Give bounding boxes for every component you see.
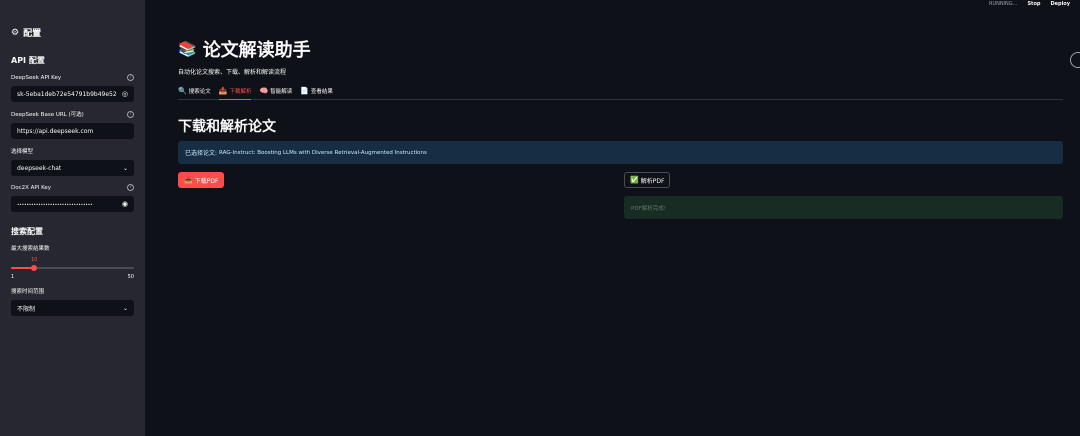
- base-url-input[interactable]: https://api.deepseek.com: [11, 123, 134, 139]
- brain-icon: 🧠: [259, 87, 269, 95]
- deepseek-key-label-text: DeepSeek API Key: [11, 74, 62, 81]
- parse-pdf-label: 解析PDF: [640, 177, 665, 185]
- section-title: 下载和解析论文: [178, 119, 276, 135]
- slider-value: 10: [31, 257, 38, 263]
- tab-results-label: 查看结果: [310, 89, 333, 95]
- deepseek-key-input[interactable]: sk-5eba1deb72e54791b9b49e52 ◎: [11, 86, 134, 102]
- parse-success-text: PDF解析完成!: [631, 205, 666, 212]
- inbox-icon: 📥: [218, 87, 228, 95]
- search-config-heading: 搜索配置: [11, 227, 43, 236]
- sidebar: ⚙ 配置 API 配置 DeepSeek API Key ? sk-5eba1d…: [0, 0, 145, 436]
- time-range-label-text: 搜索时间范围: [11, 289, 45, 295]
- scroll-indicator-icon: [1070, 52, 1080, 68]
- help-icon[interactable]: ?: [127, 184, 134, 191]
- stop-button[interactable]: Stop: [1027, 1, 1040, 7]
- model-select[interactable]: deepseek-chat ⌄: [11, 160, 134, 176]
- books-icon: 📚: [178, 40, 197, 58]
- doc2x-key-input[interactable]: •••••••••••••••••••••••••••••••• ◉: [11, 196, 134, 212]
- model-value: deepseek-chat: [17, 164, 62, 172]
- max-results-label: 最大搜索结果数: [11, 244, 134, 252]
- tab-bar: 🔍 搜索论文 📥 下载解析 🧠 智能解读 📄 查看结果: [178, 86, 1063, 100]
- tab-results[interactable]: 📄 查看结果: [300, 86, 333, 99]
- tab-download-label: 下载解析: [229, 89, 252, 95]
- tab-download[interactable]: 📥 下载解析: [218, 86, 252, 100]
- eye-off-icon[interactable]: ◎: [122, 90, 128, 98]
- deepseek-key-label: DeepSeek API Key ?: [11, 74, 134, 81]
- help-icon[interactable]: ?: [127, 110, 134, 118]
- max-results-slider[interactable]: 10 1 50: [11, 257, 134, 283]
- selected-paper-title: RAG-Instruct: Boosting LLMs with Diverse…: [219, 149, 427, 156]
- time-range-value: 不限制: [17, 305, 36, 313]
- sidebar-title: ⚙ 配置: [11, 26, 134, 40]
- base-url-value: https://api.deepseek.com: [17, 127, 94, 135]
- tab-analysis[interactable]: 🧠 智能解读: [259, 86, 292, 99]
- help-icon[interactable]: ?: [127, 74, 134, 81]
- top-toolbar: RUNNING... Stop Deploy: [989, 0, 1070, 8]
- doc2x-key-label-text: Doc2X API Key: [11, 184, 52, 191]
- model-label: 选择模型: [11, 147, 134, 155]
- time-range-label: 搜索时间范围: [11, 287, 134, 295]
- parse-success-alert: PDF解析完成!: [624, 196, 1063, 219]
- tab-search[interactable]: 🔍 搜索论文: [178, 86, 211, 99]
- chevron-down-icon: ⌄: [122, 164, 128, 172]
- base-url-label: DeepSeek Base URL (可选) ?: [11, 110, 134, 118]
- tab-search-label: 搜索论文: [188, 89, 211, 95]
- page-title: 📚 论文解读助手: [178, 36, 311, 62]
- slider-min: 1: [11, 274, 15, 280]
- running-status: RUNNING...: [988, 1, 1018, 7]
- tab-analysis-label: 智能解读: [270, 89, 293, 95]
- document-icon: 📄: [300, 87, 309, 95]
- max-results-label-text: 最大搜索结果数: [11, 246, 50, 252]
- search-icon: 🔍: [178, 87, 187, 95]
- page-title-text: 论文解读助手: [202, 40, 311, 61]
- inbox-icon: 📥: [184, 176, 193, 184]
- info-prefix: 已选择论文:: [185, 150, 218, 157]
- model-label-text: 选择模型: [11, 149, 34, 155]
- deepseek-key-value: sk-5eba1deb72e54791b9b49e52: [17, 90, 117, 98]
- chevron-down-icon: ⌄: [122, 304, 128, 312]
- parse-pdf-button[interactable]: ✅ 解析PDF: [624, 172, 671, 188]
- download-pdf-button[interactable]: 📥 下载PDF: [178, 172, 225, 188]
- doc2x-key-value: ••••••••••••••••••••••••••••••••: [17, 201, 93, 207]
- eye-icon[interactable]: ◉: [122, 200, 128, 208]
- selected-paper-info: 已选择论文: RAG-Instruct: Boosting LLMs with …: [178, 141, 1063, 164]
- sidebar-title-text: 配置: [23, 29, 42, 39]
- time-range-select[interactable]: 不限制 ⌄: [11, 300, 134, 316]
- base-url-label-text: DeepSeek Base URL (可选): [11, 112, 84, 118]
- gear-icon: ⚙: [11, 27, 20, 38]
- slider-max: 50: [127, 274, 134, 280]
- api-config-heading: API 配置: [11, 56, 45, 65]
- deploy-button[interactable]: Deploy: [1050, 1, 1070, 7]
- doc2x-key-label: Doc2X API Key ?: [11, 184, 134, 191]
- page-subtitle: 自动化论文搜索、下载、解析和解读流程: [178, 69, 287, 76]
- check-icon: ✅: [630, 176, 639, 184]
- download-pdf-label: 下载PDF: [194, 177, 219, 185]
- slider-thumb[interactable]: [31, 265, 37, 271]
